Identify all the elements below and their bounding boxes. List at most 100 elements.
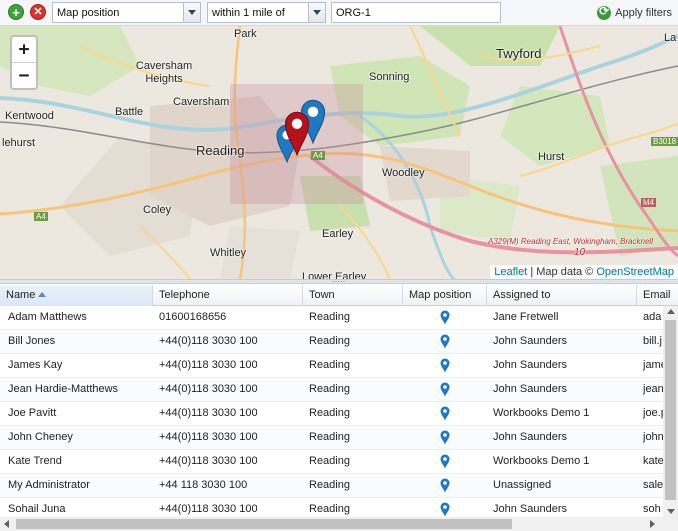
cell-telephone: +44(0)118 3030 100 <box>159 335 258 347</box>
filter-operator-dropdown-icon[interactable] <box>308 3 325 22</box>
cell-telephone: +44(0)118 3030 100 <box>159 383 258 395</box>
table-row[interactable]: Kate Trend +44(0)118 3030 100 Reading Wo… <box>0 450 663 474</box>
map-label-tilehurst: lehurst <box>2 137 36 149</box>
column-header-name[interactable]: Name <box>0 285 153 306</box>
cell-assigned-to: Workbooks Demo 1 <box>493 407 590 419</box>
cell-email: soh <box>643 503 661 515</box>
column-header-assigned-to[interactable]: Assigned to <box>487 285 637 306</box>
scroll-right-icon[interactable] <box>650 520 655 528</box>
map-label-b3018: B3018 <box>651 137 678 146</box>
cell-name: My Administrator <box>8 479 90 491</box>
vertical-scroll-thumb[interactable] <box>665 320 676 500</box>
vertical-scrollbar[interactable] <box>663 306 678 517</box>
table-row[interactable]: Adam Matthews 01600168656 Reading Jane F… <box>0 306 663 330</box>
map-label-battle: Battle <box>115 106 144 118</box>
map-marker-red-icon[interactable] <box>284 110 310 156</box>
cell-assigned-to: John Saunders <box>493 335 567 347</box>
cell-email: kate <box>643 455 663 467</box>
leaflet-link[interactable]: Leaflet <box>494 266 527 278</box>
cell-telephone: +44 118 3030 100 <box>159 479 248 491</box>
horizontal-scroll-thumb[interactable] <box>16 519 512 529</box>
column-header-town[interactable]: Town <box>303 285 403 306</box>
map-pin-icon[interactable] <box>403 306 487 329</box>
add-filter-icon[interactable]: + <box>8 4 24 20</box>
cell-email: joe.p <box>643 407 663 419</box>
cell-town: Reading <box>309 479 350 491</box>
map-pin-icon[interactable] <box>403 474 487 497</box>
cell-assigned-to: Unassigned <box>493 479 552 491</box>
cell-telephone: +44(0)118 3030 100 <box>159 431 258 443</box>
grid-body: Adam Matthews 01600168656 Reading Jane F… <box>0 306 663 517</box>
cell-telephone: +44(0)118 3030 100 <box>159 359 258 371</box>
map-label-sonning: Sonning <box>369 71 410 83</box>
map-grid-splitter[interactable]: ····· <box>0 278 678 286</box>
attribution-separator: | Map data © <box>527 266 597 278</box>
map-pin-icon[interactable] <box>403 498 487 517</box>
sort-ascending-icon <box>38 292 47 297</box>
map-label-la: La <box>664 32 677 44</box>
cell-telephone: +44(0)118 3030 100 <box>159 455 258 467</box>
column-header-map-position[interactable]: Map position <box>403 285 487 306</box>
filter-operator-select[interactable]: within 1 mile of <box>207 2 326 23</box>
scroll-down-icon[interactable] <box>667 509 675 514</box>
map-label-coley: Coley <box>143 204 172 216</box>
map-pin-icon[interactable] <box>403 402 487 425</box>
filter-field-select[interactable]: Map position <box>52 2 201 23</box>
map-pin-icon[interactable] <box>403 330 487 353</box>
filter-operator-value: within 1 mile of <box>212 7 285 19</box>
cell-name: John Cheney <box>8 431 73 443</box>
cell-telephone: +44(0)118 3030 100 <box>159 503 258 515</box>
zoom-out-button[interactable]: − <box>12 63 36 89</box>
filter-bar: + ✕ Map position within 1 mile of Apply … <box>0 0 678 26</box>
cell-email: jean <box>643 383 663 395</box>
apply-filters-button[interactable]: Apply filters <box>597 3 672 22</box>
scroll-left-icon[interactable] <box>4 520 9 528</box>
column-header-label: Town <box>309 289 335 301</box>
cell-name: Jean Hardie-Matthews <box>8 383 119 395</box>
cell-email: bill.j <box>643 335 662 347</box>
map-label-earley: Earley <box>322 228 354 240</box>
table-row[interactable]: John Cheney +44(0)118 3030 100 Reading J… <box>0 426 663 450</box>
map-pin-icon[interactable] <box>403 426 487 449</box>
horizontal-scrollbar[interactable] <box>0 517 678 531</box>
map-attribution: Leaflet | Map data © OpenStreetMap <box>490 265 678 279</box>
column-header-email[interactable]: Email <box>637 285 678 306</box>
filter-field-dropdown-icon[interactable] <box>183 3 200 22</box>
cell-email: john <box>643 431 663 443</box>
column-header-label: Telephone <box>159 289 210 301</box>
map-pin-icon[interactable] <box>403 450 487 473</box>
scroll-up-icon[interactable] <box>667 309 675 314</box>
filter-target-input[interactable] <box>332 3 500 22</box>
map-label-caversham-heights: Caversham Heights <box>135 60 193 85</box>
map-view[interactable]: + − Park Caversham Heights Caversham Bat… <box>0 26 678 279</box>
map-pin-icon[interactable] <box>403 378 487 401</box>
table-row[interactable]: Sohail Juna +44(0)118 3030 100 Reading J… <box>0 498 663 517</box>
cell-name: Bill Jones <box>8 335 56 347</box>
map-label-hurst: Hurst <box>538 151 565 163</box>
map-label-woodley: Woodley <box>382 167 425 179</box>
openstreetmap-link[interactable]: OpenStreetMap <box>596 266 674 278</box>
table-row[interactable]: My Administrator +44 118 3030 100 Readin… <box>0 474 663 498</box>
table-row[interactable]: Joe Pavitt +44(0)118 3030 100 Reading Wo… <box>0 402 663 426</box>
cell-town: Reading <box>309 503 350 515</box>
column-header-telephone[interactable]: Telephone <box>153 285 303 306</box>
cell-name: Adam Matthews <box>8 311 87 323</box>
cell-assigned-to: John Saunders <box>493 359 567 371</box>
map-label-m4: M4 <box>641 198 657 207</box>
filter-target-field[interactable] <box>331 2 501 23</box>
cell-assigned-to: Workbooks Demo 1 <box>493 455 590 467</box>
column-header-label: Map position <box>409 289 472 301</box>
map-label-twyford: Twyford <box>496 46 542 61</box>
map-label-whitley: Whitley <box>210 247 247 259</box>
zoom-in-button[interactable]: + <box>12 37 36 63</box>
table-row[interactable]: Bill Jones +44(0)118 3030 100 Reading Jo… <box>0 330 663 354</box>
map-pin-icon[interactable] <box>403 354 487 377</box>
cell-email: ada <box>643 311 662 323</box>
map-label-park: Park <box>234 28 257 40</box>
grid-header: Name Telephone Town Map position Assigne… <box>0 285 678 306</box>
cell-town: Reading <box>309 335 350 347</box>
cell-town: Reading <box>309 359 350 371</box>
table-row[interactable]: James Kay +44(0)118 3030 100 Reading Joh… <box>0 354 663 378</box>
table-row[interactable]: Jean Hardie-Matthews +44(0)118 3030 100 … <box>0 378 663 402</box>
remove-filter-icon[interactable]: ✕ <box>30 4 46 20</box>
